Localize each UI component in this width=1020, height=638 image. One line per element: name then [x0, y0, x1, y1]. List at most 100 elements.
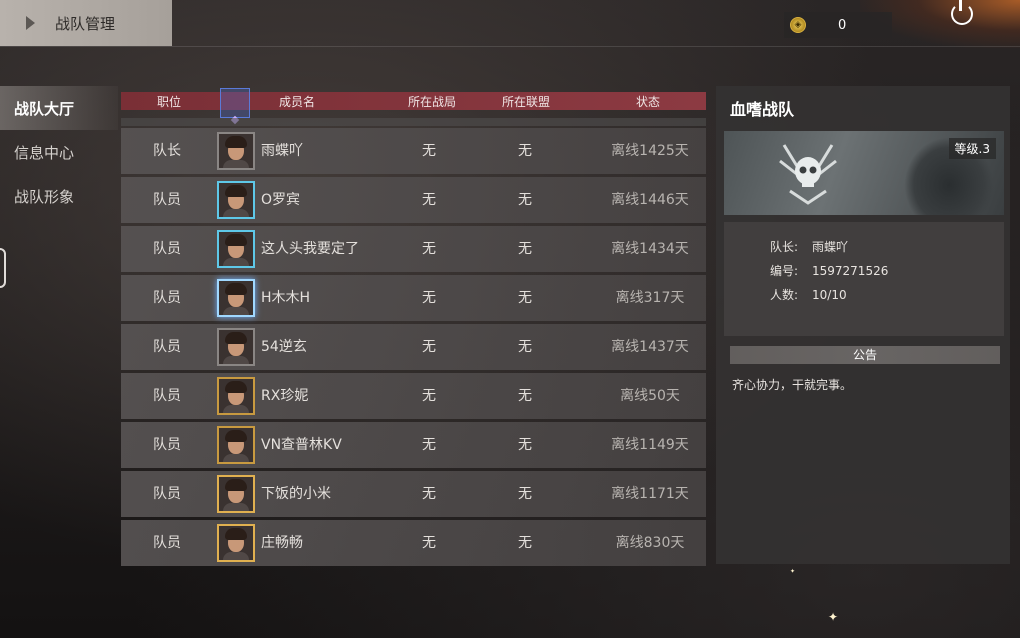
member-row[interactable]: 队员 VN查普林KV 无 无 离线1149天: [121, 422, 706, 468]
page-title-tab[interactable]: 战队管理: [0, 0, 172, 46]
member-name: H木木H: [261, 290, 311, 306]
member-avatar-cell[interactable]: [217, 181, 255, 219]
play-arrow-icon: [26, 16, 35, 30]
id-value: 1597271526: [812, 264, 889, 278]
leader-label: 队长:: [770, 240, 799, 254]
member-avatar-cell[interactable]: [217, 377, 255, 415]
member-role: 队员: [153, 486, 181, 502]
member-row[interactable]: 队员 O罗宾 无 无 离线1446天: [121, 177, 706, 223]
member-name: RX珍妮: [261, 388, 309, 404]
team-leader-line: 队长: 雨蝶吖: [770, 238, 848, 255]
sparkle-icon: ✦: [790, 568, 796, 575]
notice-header: 公告: [730, 346, 1000, 364]
member-row[interactable]: 队长 雨蝶吖 无 无 离线1425天: [121, 128, 706, 174]
selection-highlight: [220, 88, 250, 118]
column-header-battle: 所在战局: [407, 94, 456, 109]
avatar-body: [223, 307, 249, 315]
avatar[interactable]: [217, 132, 255, 170]
member-battle: 无: [422, 437, 436, 453]
avatar[interactable]: [217, 181, 255, 219]
side-toggle-icon[interactable]: [0, 248, 6, 288]
header-divider: [0, 46, 1020, 47]
member-row[interactable]: 队员 下饭的小米 无 无 离线1171天: [121, 471, 706, 517]
member-alliance: 无: [518, 290, 532, 306]
team-level-badge: 等级.3: [948, 138, 996, 159]
member-name: 这人头我要定了: [261, 241, 359, 257]
member-row[interactable]: 队员 这人头我要定了 无 无 离线1434天: [121, 226, 706, 272]
currency-display: ◈ 0: [784, 12, 892, 38]
avatar[interactable]: [217, 230, 255, 268]
member-alliance: 无: [518, 143, 532, 159]
member-row[interactable]: 队员 RX珍妮 无 无 离线50天: [121, 373, 706, 419]
avatar-body: [223, 160, 249, 168]
coin-icon: ◈: [790, 17, 806, 33]
team-details: 队长: 雨蝶吖 编号: 1597271526 人数: 10/10: [724, 222, 1004, 336]
member-status: 离线830天: [615, 535, 685, 551]
avatar-body: [223, 552, 249, 560]
avatar[interactable]: [217, 475, 255, 513]
avatar[interactable]: [217, 524, 255, 562]
member-row[interactable]: 队员 54逆玄 无 无 离线1437天: [121, 324, 706, 370]
member-status: 离线317天: [615, 290, 685, 306]
sparkle-icon: ✦: [828, 610, 839, 624]
member-role: 队员: [153, 192, 181, 208]
column-header-name: 成员名: [278, 94, 315, 109]
sidebar-item-label: 信息中心: [14, 143, 75, 162]
member-status: 离线1149天: [611, 437, 689, 453]
member-avatar-cell[interactable]: [217, 328, 255, 366]
notice-text: 齐心协力，干就完事。: [732, 378, 853, 392]
table-header-strip: [121, 118, 706, 126]
avatar-hair: [225, 136, 247, 148]
avatar-hair: [225, 234, 247, 246]
avatar-body: [223, 405, 249, 413]
member-status: 离线1434天: [611, 241, 689, 257]
member-battle: 无: [422, 290, 436, 306]
team-name: 血嗜战队: [730, 100, 795, 119]
member-battle: 无: [422, 388, 436, 404]
member-name: 下饭的小米: [261, 486, 331, 502]
sidebar-item-team-hall[interactable]: 战队大厅: [0, 86, 118, 130]
member-avatar-cell[interactable]: [217, 132, 255, 170]
member-role: 队员: [153, 388, 181, 404]
member-alliance: 无: [518, 388, 532, 404]
member-role: 队员: [153, 437, 181, 453]
member-row[interactable]: 队员 庄畅畅 无 无 离线830天: [121, 520, 706, 566]
sidebar-item-info-center[interactable]: 信息中心: [0, 130, 118, 174]
avatar-hair: [225, 479, 247, 491]
member-status: 离线1425天: [611, 143, 689, 159]
member-role: 队员: [153, 241, 181, 257]
sidebar-item-label: 战队大厅: [14, 99, 75, 118]
sidebar: 战队大厅 信息中心 战队形象: [0, 86, 118, 218]
id-label: 编号:: [770, 264, 799, 278]
member-battle: 无: [422, 192, 436, 208]
member-alliance: 无: [518, 486, 532, 502]
member-name: O罗宾: [261, 192, 301, 208]
member-battle: 无: [422, 241, 436, 257]
avatar[interactable]: [217, 328, 255, 366]
avatar[interactable]: [217, 279, 255, 317]
avatar[interactable]: [217, 377, 255, 415]
member-battle: 无: [422, 486, 436, 502]
member-alliance: 无: [518, 437, 532, 453]
avatar[interactable]: [217, 426, 255, 464]
team-info-panel: 血嗜战队 等级.3 队长: 雨蝶吖 编号: 1597271526 人数: 10/10 …: [716, 86, 1010, 564]
member-avatar-cell[interactable]: [217, 524, 255, 562]
member-battle: 无: [422, 535, 436, 551]
member-avatar-cell[interactable]: [217, 230, 255, 268]
member-battle: 无: [422, 339, 436, 355]
sidebar-item-team-image[interactable]: 战队形象: [0, 174, 118, 218]
member-avatar-cell[interactable]: [217, 279, 255, 317]
member-status: 离线1171天: [611, 486, 689, 502]
avatar-hair: [225, 528, 247, 540]
column-header-alliance: 所在联盟: [501, 94, 550, 109]
member-battle: 无: [422, 143, 436, 159]
member-avatar-cell[interactable]: [217, 426, 255, 464]
member-role: 队员: [153, 290, 181, 306]
member-alliance: 无: [518, 241, 532, 257]
member-avatar-cell[interactable]: [217, 475, 255, 513]
member-name: 54逆玄: [261, 339, 307, 355]
member-row[interactable]: 队员 H木木H 无 无 离线317天: [121, 275, 706, 321]
avatar-body: [223, 258, 249, 266]
avatar-body: [223, 356, 249, 364]
power-icon[interactable]: [951, 0, 973, 25]
